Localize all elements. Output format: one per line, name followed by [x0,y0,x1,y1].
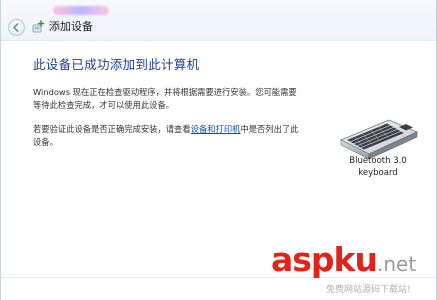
devices-and-printers-link[interactable]: 设备和打印机 [191,124,241,134]
page-heading: 此设备已成功添加到此计算机 [33,57,200,72]
watermark-subtitle: 免费网站源码下载站! [326,285,411,295]
watermark-banner [53,6,109,15]
add-device-window: 添加设备 此设备已成功添加到此计算机 Windows 现在正在检查驱动程序，并将… [0,0,437,300]
back-button[interactable] [8,19,25,36]
device-name-line1: Bluetooth 3.0 [349,156,407,166]
status-message: Windows 现在正在检查驱动程序，并将根据需要进行安装。您可能需要等待此检查… [33,87,297,110]
watermark-logo-net: .net [377,252,417,276]
device-name-line2: keyboard [358,168,398,178]
device-name: Bluetooth 3.0 keyboard [332,155,424,179]
window-title: 添加设备 [49,20,93,33]
watermark-logo-ku: ku [333,240,378,279]
add-device-icon [32,20,45,33]
verify-message: 若要验证此设备是否正确完成安装，请查看设备和打印机中是否列出了此设备。 [33,123,303,148]
watermark-logo-asp: asp [271,240,335,279]
back-arrow-icon [13,23,19,32]
watermark-logo: aspku.net [271,240,416,280]
title-bar: 添加设备 [1,0,436,41]
verify-text-before: 若要验证此设备是否正确完成安装，请查看 [33,124,191,134]
